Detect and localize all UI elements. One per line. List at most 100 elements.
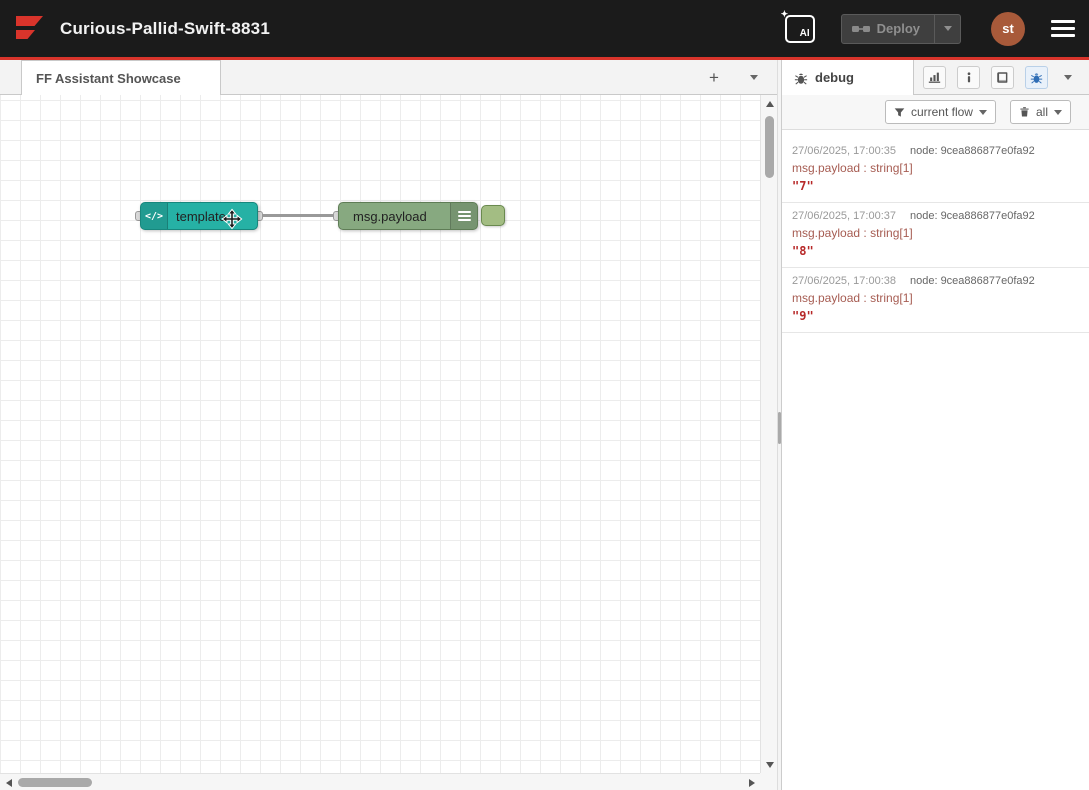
debug-message[interactable]: 27/06/2025, 17:00:37 node: 9cea886877e0f… bbox=[782, 203, 1089, 268]
triangle-down-icon bbox=[766, 762, 774, 768]
canvas-vertical-scrollbar[interactable] bbox=[760, 95, 777, 773]
sidebar-tab-help[interactable] bbox=[991, 66, 1014, 89]
deploy-button-label: Deploy bbox=[877, 21, 920, 36]
message-type: string[1] bbox=[870, 226, 913, 240]
message-timestamp: 27/06/2025, 17:00:35 bbox=[792, 145, 896, 157]
flow-list-button[interactable] bbox=[741, 65, 767, 91]
resize-grip-icon bbox=[778, 412, 781, 444]
sidebar-tab-dashboard[interactable] bbox=[923, 66, 946, 89]
book-icon bbox=[996, 71, 1009, 84]
node-template[interactable]: </> template bbox=[140, 202, 258, 230]
message-property[interactable]: msg.payload bbox=[792, 226, 860, 240]
debug-filter-bar: current flow all bbox=[782, 95, 1089, 130]
scroll-up-button[interactable] bbox=[761, 95, 777, 112]
debug-node-label: msg.payload bbox=[345, 209, 435, 224]
sidebar-resize-handle[interactable] bbox=[777, 60, 782, 790]
message-property[interactable]: msg.payload bbox=[792, 161, 860, 175]
sidebar-tab-menu-button[interactable] bbox=[1059, 65, 1077, 91]
deploy-button-main[interactable]: Deploy bbox=[842, 15, 934, 43]
message-value[interactable]: "9" bbox=[792, 309, 1079, 323]
horizontal-scroll-thumb[interactable] bbox=[18, 778, 92, 787]
workspace: FF Assistant Showcase + bbox=[0, 60, 777, 790]
hamburger-bar bbox=[1051, 20, 1075, 23]
node-red-app: Curious-Pallid-Swift-8831 ✦ AI Deploy st bbox=[0, 0, 1089, 790]
sidebar: debug bbox=[782, 60, 1089, 790]
message-separator: : bbox=[860, 291, 870, 305]
message-node-id: node: 9cea886877e0fa92 bbox=[910, 210, 1035, 222]
hamburger-bar bbox=[1051, 34, 1075, 37]
debug-clear-button[interactable]: all bbox=[1010, 100, 1071, 124]
flow-canvas[interactable]: </> template msg.payload bbox=[0, 95, 777, 790]
plus-icon: + bbox=[709, 69, 719, 86]
message-value[interactable]: "8" bbox=[792, 244, 1079, 258]
main-area: FF Assistant Showcase + bbox=[0, 60, 1089, 790]
message-separator: : bbox=[860, 226, 870, 240]
deploy-options-button[interactable] bbox=[934, 15, 960, 43]
bar-chart-icon bbox=[928, 71, 941, 84]
tab-bar-actions: + bbox=[701, 60, 777, 95]
hamburger-bar bbox=[1051, 27, 1075, 30]
main-menu-button[interactable] bbox=[1051, 20, 1075, 37]
flow-tab-label: FF Assistant Showcase bbox=[36, 71, 181, 86]
debug-message[interactable]: 27/06/2025, 17:00:38 node: 9cea886877e0f… bbox=[782, 268, 1089, 333]
debug-enable-toggle[interactable] bbox=[481, 205, 505, 226]
chevron-down-icon bbox=[944, 26, 952, 31]
scroll-left-button[interactable] bbox=[0, 774, 17, 790]
chevron-down-icon bbox=[1064, 75, 1072, 80]
chevron-down-icon bbox=[979, 110, 987, 115]
debug-filter-flow-label: current flow bbox=[911, 105, 973, 119]
add-flow-button[interactable]: + bbox=[701, 65, 727, 91]
debug-message-list[interactable]: 27/06/2025, 17:00:35 node: 9cea886877e0f… bbox=[782, 130, 1089, 790]
message-timestamp: 27/06/2025, 17:00:37 bbox=[792, 210, 896, 222]
message-separator: : bbox=[860, 161, 870, 175]
scroll-down-button[interactable] bbox=[761, 756, 777, 773]
triangle-left-icon bbox=[6, 779, 12, 787]
vertical-scroll-thumb[interactable] bbox=[765, 116, 774, 178]
sidebar-tool-tabs bbox=[923, 60, 1089, 95]
trash-icon bbox=[1019, 106, 1030, 118]
flow-tab-ff-assistant-showcase[interactable]: FF Assistant Showcase bbox=[21, 60, 221, 95]
debug-list-icon bbox=[458, 211, 471, 221]
info-icon bbox=[963, 71, 975, 84]
debug-message[interactable]: 27/06/2025, 17:00:35 node: 9cea886877e0f… bbox=[782, 138, 1089, 203]
message-node-id: node: 9cea886877e0fa92 bbox=[910, 275, 1035, 287]
node-debug[interactable]: msg.payload bbox=[338, 202, 478, 230]
template-node-icon: </> bbox=[141, 203, 168, 229]
bug-icon bbox=[794, 71, 808, 85]
sidebar-tab-info[interactable] bbox=[957, 66, 980, 89]
message-value[interactable]: "7" bbox=[792, 179, 1079, 193]
triangle-up-icon bbox=[766, 101, 774, 107]
tab-bar-lead bbox=[0, 60, 21, 95]
bug-icon bbox=[1030, 71, 1043, 84]
deploy-button[interactable]: Deploy bbox=[841, 14, 961, 44]
chevron-down-icon bbox=[750, 75, 758, 80]
message-type: string[1] bbox=[870, 291, 913, 305]
triangle-right-icon bbox=[749, 779, 755, 787]
message-timestamp: 27/06/2025, 17:00:38 bbox=[792, 275, 896, 287]
filter-funnel-icon bbox=[894, 107, 905, 118]
chevron-down-icon bbox=[1054, 110, 1062, 115]
message-property[interactable]: msg.payload bbox=[792, 291, 860, 305]
flowfuse-logo-icon[interactable] bbox=[14, 13, 48, 45]
sidebar-tab-debug-icon[interactable] bbox=[1025, 66, 1048, 89]
scroll-right-button[interactable] bbox=[743, 774, 760, 790]
scrollbar-corner bbox=[760, 773, 777, 790]
wire-template-to-debug[interactable] bbox=[258, 214, 338, 217]
sidebar-tab-label: debug bbox=[815, 70, 854, 85]
user-avatar[interactable]: st bbox=[991, 12, 1025, 46]
canvas-horizontal-scrollbar[interactable] bbox=[0, 773, 760, 790]
template-node-label: template bbox=[168, 209, 234, 224]
debug-filter-flow-button[interactable]: current flow bbox=[885, 100, 996, 124]
ai-button-label: AI bbox=[800, 28, 810, 39]
debug-node-icon bbox=[450, 203, 477, 229]
sidebar-tab-debug[interactable]: debug bbox=[782, 60, 914, 95]
deploy-icon bbox=[852, 23, 870, 35]
message-node-id: node: 9cea886877e0fa92 bbox=[910, 145, 1035, 157]
debug-clear-label: all bbox=[1036, 105, 1048, 119]
ai-assistant-button[interactable]: ✦ AI bbox=[785, 15, 815, 43]
header: Curious-Pallid-Swift-8831 ✦ AI Deploy st bbox=[0, 0, 1089, 60]
flow-tab-bar: FF Assistant Showcase + bbox=[0, 60, 777, 95]
code-icon: </> bbox=[145, 211, 163, 222]
avatar-initials: st bbox=[1002, 21, 1014, 36]
message-type: string[1] bbox=[870, 161, 913, 175]
